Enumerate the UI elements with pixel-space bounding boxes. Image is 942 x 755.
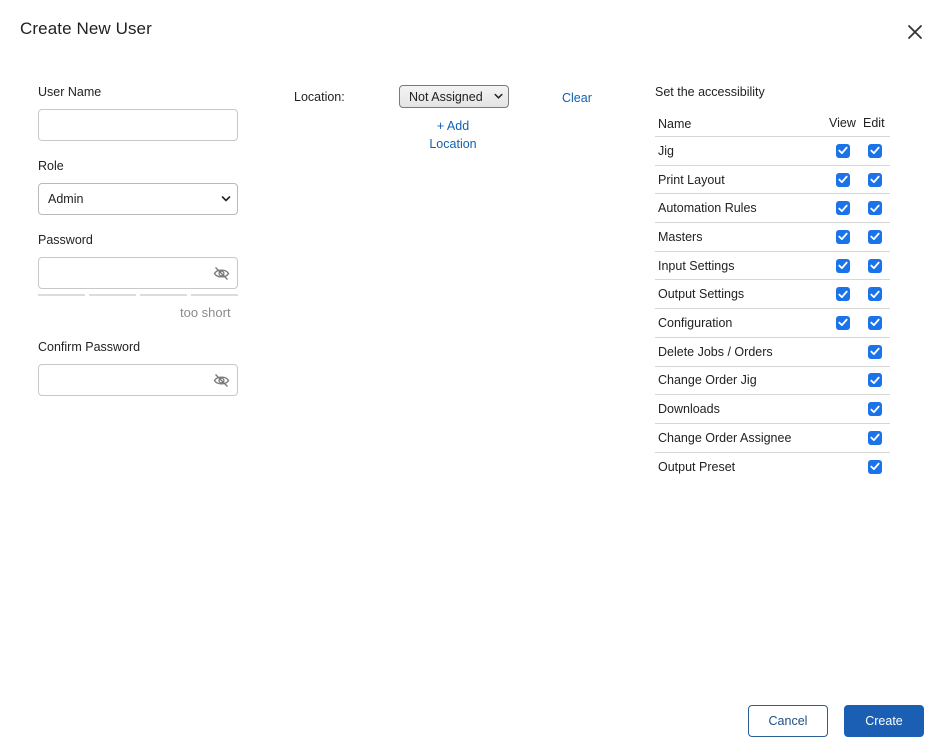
- location-select-value: Not Assigned: [409, 89, 483, 104]
- edit-checkbox[interactable]: [868, 344, 882, 359]
- chevron-down-icon: [221, 196, 231, 202]
- accessibility-row: Output Settings: [655, 280, 890, 310]
- edit-checkbox[interactable]: [868, 143, 882, 158]
- accessibility-row: Input Settings: [655, 252, 890, 281]
- accessibility-row: Print Layout: [655, 166, 890, 195]
- view-checkbox[interactable]: [836, 229, 850, 244]
- accessibility-row-name: Jig: [658, 143, 674, 158]
- accessibility-row: Change Order Assignee: [655, 424, 890, 453]
- view-checkbox[interactable]: [836, 201, 850, 216]
- accessibility-row-name: Automation Rules: [658, 201, 757, 216]
- close-button[interactable]: [903, 20, 927, 44]
- accessibility-row-name: Configuration: [658, 315, 733, 330]
- eye-slash-icon[interactable]: [213, 266, 230, 281]
- edit-checkbox[interactable]: [868, 315, 882, 330]
- accessibility-row-name: Delete Jobs / Orders: [658, 344, 773, 359]
- accessibility-table-header: Name View Edit: [655, 111, 890, 137]
- role-label: Role: [38, 159, 64, 173]
- column-header-view: View: [829, 116, 856, 130]
- accessibility-row: Configuration: [655, 309, 890, 338]
- accessibility-row: Masters: [655, 223, 890, 252]
- edit-checkbox[interactable]: [868, 287, 882, 302]
- location-label: Location:: [294, 90, 345, 104]
- edit-checkbox[interactable]: [868, 229, 882, 244]
- view-checkbox[interactable]: [836, 143, 850, 158]
- confirm-password-label: Confirm Password: [38, 340, 141, 354]
- user-name-label: User Name: [38, 85, 102, 99]
- password-input[interactable]: [38, 257, 238, 289]
- add-location-link[interactable]: + Add Location: [420, 117, 486, 153]
- accessibility-row-name: Downloads: [658, 402, 720, 417]
- role-select-value: Admin: [48, 192, 84, 206]
- strength-segment: [38, 294, 85, 296]
- view-checkbox[interactable]: [836, 172, 850, 187]
- accessibility-row: Change Order Jig: [655, 367, 890, 396]
- accessibility-row-name: Change Order Assignee: [658, 430, 792, 445]
- edit-checkbox[interactable]: [868, 373, 882, 388]
- strength-segment: [89, 294, 136, 296]
- cancel-button[interactable]: Cancel: [748, 705, 828, 737]
- accessibility-row: Output Preset: [655, 453, 890, 482]
- accessibility-rows: Jig Print Layout Automation Rules Masters In…: [655, 137, 890, 481]
- column-header-name: Name: [658, 116, 692, 131]
- password-strength-meter: [38, 294, 238, 296]
- edit-checkbox[interactable]: [868, 172, 882, 187]
- accessibility-row-name: Change Order Jig: [658, 373, 757, 388]
- clear-location-link[interactable]: Clear: [562, 91, 592, 105]
- accessibility-row-name: Print Layout: [658, 172, 725, 187]
- accessibility-row-name: Masters: [658, 229, 703, 244]
- accessibility-row-name: Input Settings: [658, 258, 735, 273]
- accessibility-row-name: Output Settings: [658, 287, 745, 302]
- edit-checkbox[interactable]: [868, 402, 882, 417]
- edit-checkbox[interactable]: [868, 201, 882, 216]
- accessibility-row: Jig: [655, 137, 890, 166]
- accessibility-row-name: Output Preset: [658, 459, 736, 474]
- edit-checkbox[interactable]: [868, 258, 882, 273]
- strength-segment: [140, 294, 187, 296]
- role-select[interactable]: Admin: [38, 183, 238, 215]
- chevron-down-icon: [494, 93, 503, 99]
- password-strength-text: too short: [180, 305, 231, 320]
- edit-checkbox[interactable]: [868, 459, 882, 474]
- location-select[interactable]: Not Assigned: [399, 85, 509, 108]
- accessibility-row: Downloads: [655, 395, 890, 424]
- view-checkbox[interactable]: [836, 287, 850, 302]
- create-button[interactable]: Create: [844, 705, 924, 737]
- close-icon: [908, 25, 922, 39]
- accessibility-row: Delete Jobs / Orders: [655, 338, 890, 367]
- column-header-edit: Edit: [863, 116, 885, 130]
- accessibility-table: Name View Edit Jig Print Layout Automation…: [655, 111, 890, 481]
- confirm-password-input[interactable]: [38, 364, 238, 396]
- accessibility-title: Set the accessibility: [655, 85, 765, 99]
- view-checkbox[interactable]: [836, 258, 850, 273]
- dialog-title: Create New User: [20, 19, 152, 38]
- strength-segment: [191, 294, 238, 296]
- password-label: Password: [38, 233, 93, 247]
- create-user-dialog: Create New User User Name Role Admin Pas…: [0, 0, 942, 755]
- edit-checkbox[interactable]: [868, 430, 882, 445]
- view-checkbox[interactable]: [836, 315, 850, 330]
- accessibility-row: Automation Rules: [655, 194, 890, 224]
- eye-slash-icon[interactable]: [213, 373, 230, 388]
- user-name-input[interactable]: [38, 109, 238, 141]
